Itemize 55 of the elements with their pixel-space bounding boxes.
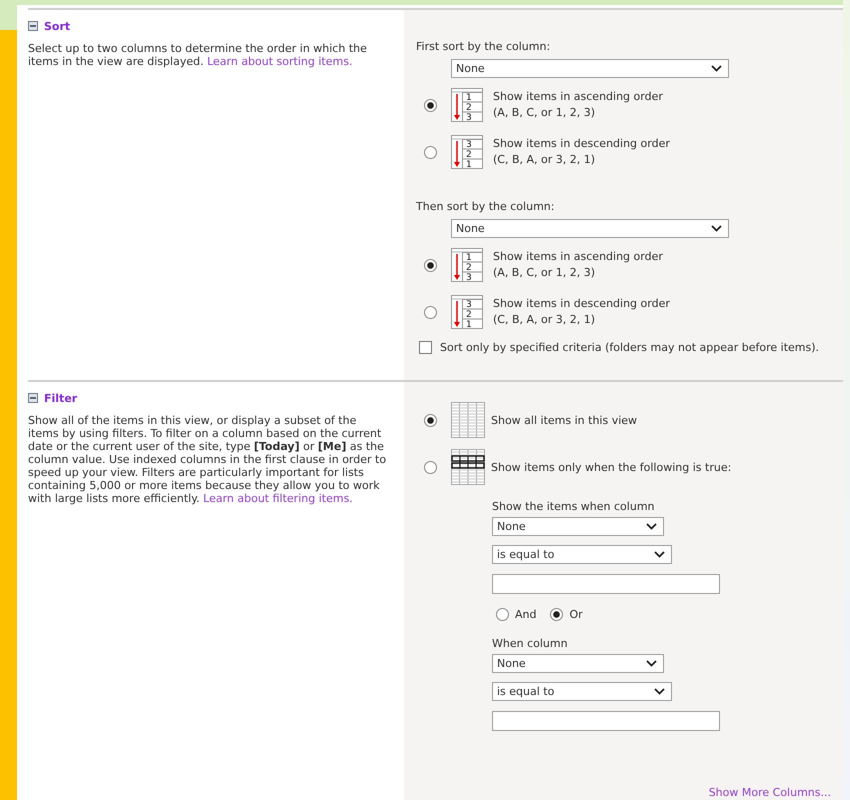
checkbox[interactable] xyxy=(419,341,432,354)
radio-label: And xyxy=(515,608,536,621)
radio-button[interactable] xyxy=(424,460,437,474)
option-label: Show all items in this view xyxy=(491,414,638,426)
chevron-icon xyxy=(654,551,665,558)
option-label: Show items in ascending order xyxy=(493,249,663,265)
chevron-icon xyxy=(646,660,657,667)
sort-order-icon: 3 2 1 xyxy=(451,135,483,169)
radio-button[interactable] xyxy=(424,414,437,426)
section-title: Filter xyxy=(44,392,78,404)
radio-button[interactable] xyxy=(424,146,437,158)
section-title: Sort xyxy=(44,20,70,32)
column-dropdown[interactable]: None xyxy=(492,517,664,536)
radio-label: Or xyxy=(569,608,583,621)
radio-button[interactable] xyxy=(550,608,564,621)
radio-button[interactable] xyxy=(496,608,509,621)
option-example: (C, B, A, or 3, 2, 1) xyxy=(493,152,596,168)
field-label: Then sort by the column: xyxy=(416,200,556,213)
chevron-icon xyxy=(646,523,657,530)
option-example: (A, B, C, or 1, 2, 3) xyxy=(493,105,596,121)
help-link[interactable]: Learn about sorting items. xyxy=(207,55,352,68)
option-example: (A, B, C, or 1, 2, 3) xyxy=(493,265,596,281)
collapse-icon[interactable] xyxy=(28,21,38,31)
operator-dropdown[interactable]: is equal to xyxy=(492,682,672,701)
chevron-icon xyxy=(711,65,722,72)
checkbox-label: Sort only by specified criteria (folders may not appear before items). xyxy=(440,341,820,354)
sort-order-icon: 3 2 1 xyxy=(451,295,483,329)
filtered-table-icon xyxy=(451,449,485,485)
show-more-link[interactable]: Show More Columns... xyxy=(708,786,831,799)
chevron-icon xyxy=(711,225,722,232)
option-label: Show items in descending order xyxy=(493,296,670,312)
field-label: When column xyxy=(492,637,569,650)
option-example: (C, B, A, or 3, 2, 1) xyxy=(493,312,596,328)
option-label: Show items in ascending order xyxy=(493,89,663,105)
table-icon xyxy=(451,402,485,438)
operator-dropdown[interactable]: is equal to xyxy=(492,545,672,564)
radio-button[interactable] xyxy=(424,98,437,112)
column-dropdown[interactable]: None xyxy=(451,59,729,78)
section-description: Select up to two columns to determine the order in which the items in the view are displayed. Learn about sorting items. xyxy=(28,42,368,68)
column-dropdown[interactable]: None xyxy=(492,654,664,673)
sort-order-icon: 1 2 3 xyxy=(451,248,483,282)
sort-order-icon: 1 2 3 xyxy=(451,88,483,122)
option-label: Show items in descending order xyxy=(493,136,670,152)
field-label: Show the items when column xyxy=(492,500,656,513)
field-label: First sort by the column: xyxy=(416,40,552,53)
column-dropdown[interactable]: None xyxy=(451,219,729,238)
section-description: Show all of the items in this view, or display a subset of the items by using filters. To filter on a column based on the current date or the current user of the site, type [Today] or [Me] as the column value. Use indexed columns in the first clause in order to speed up your view. Filters are particularly important for lists containing 5,000 or more items because they allow you to work with large lists more efficiently. Learn about filtering items. xyxy=(28,414,388,505)
value-field[interactable] xyxy=(492,711,720,731)
option-label: Show items only when the following is true: xyxy=(491,460,732,474)
radio-button[interactable] xyxy=(424,258,437,272)
value-field[interactable] xyxy=(492,574,720,594)
radio-button[interactable] xyxy=(424,306,437,318)
chevron-icon xyxy=(654,688,665,695)
collapse-icon[interactable] xyxy=(28,393,38,403)
help-link[interactable]: Learn about filtering items. xyxy=(203,492,353,505)
